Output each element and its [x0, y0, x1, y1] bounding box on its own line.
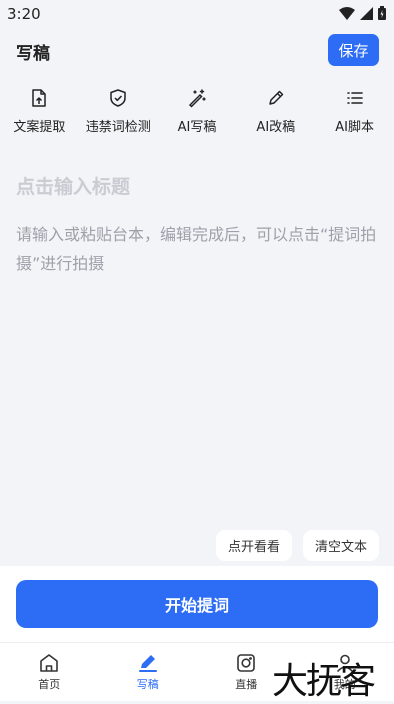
- wifi-icon: [339, 7, 355, 20]
- save-button[interactable]: 保存: [328, 34, 379, 66]
- home-icon: [38, 652, 60, 674]
- status-icons: [339, 6, 386, 20]
- tool-bar: 文案提取 违禁词检测 AI写稿 AI改稿 AI脚本: [0, 88, 394, 144]
- tool-ai-write[interactable]: AI写稿: [158, 88, 237, 144]
- watermark-logo: 大抚客: [272, 652, 374, 704]
- tool-ai-revise[interactable]: AI改稿: [236, 88, 315, 144]
- doc-upload-icon: [29, 88, 49, 108]
- clear-text-button[interactable]: 清空文本: [303, 530, 379, 561]
- tool-ai-script[interactable]: AI脚本: [315, 88, 394, 144]
- magic-wand-icon: [187, 88, 207, 108]
- shield-check-icon: [108, 88, 128, 108]
- tab-label: 直播: [235, 676, 257, 692]
- pen-icon: [266, 88, 286, 108]
- tool-label: 文案提取: [13, 116, 65, 135]
- tab-write[interactable]: 写稿: [99, 643, 198, 701]
- app-header: 写稿 保存: [0, 28, 394, 74]
- tab-home[interactable]: 首页: [0, 643, 99, 701]
- live-icon: [235, 652, 257, 674]
- tool-label: AI脚本: [335, 116, 374, 135]
- list-icon: [345, 88, 365, 108]
- battery-icon: [378, 6, 386, 20]
- script-textarea[interactable]: 请输入或粘贴台本，编辑完成后，可以点击“提词拍摄”进行拍摄: [16, 220, 378, 278]
- tab-label: 首页: [38, 676, 60, 692]
- start-prompter-button[interactable]: 开始提词: [16, 580, 378, 628]
- tool-label: AI改稿: [256, 116, 295, 135]
- signal-icon: [360, 7, 373, 20]
- tool-text-extract[interactable]: 文案提取: [0, 88, 79, 144]
- tool-label: AI写稿: [178, 116, 217, 135]
- page-title: 写稿: [16, 39, 50, 64]
- status-bar: 3:20: [0, 0, 394, 28]
- tool-forbidden-word-check[interactable]: 违禁词检测: [79, 88, 158, 144]
- title-input[interactable]: 点击输入标题: [16, 172, 130, 199]
- write-icon: [137, 652, 159, 674]
- preview-button[interactable]: 点开看看: [216, 530, 292, 561]
- tool-label: 违禁词检测: [86, 116, 151, 135]
- status-time: 3:20: [7, 5, 41, 23]
- tab-label: 写稿: [137, 676, 159, 692]
